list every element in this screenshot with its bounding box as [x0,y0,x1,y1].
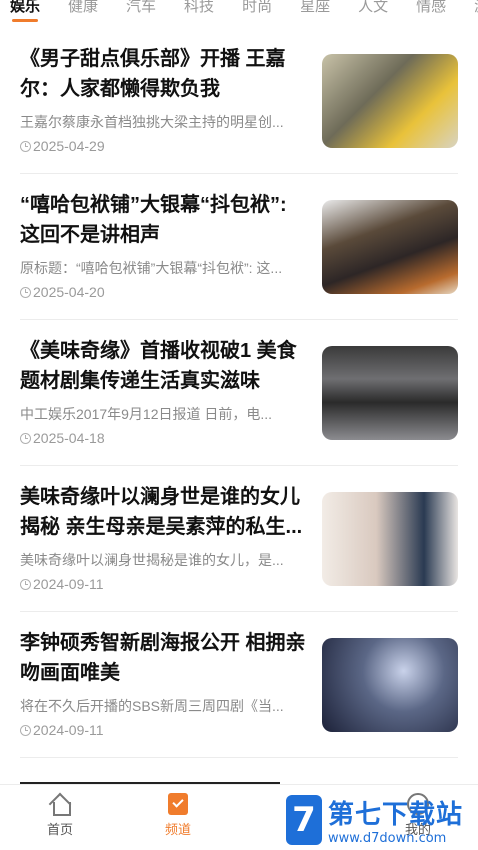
article-title: 《美味奇缘》首播收视破1 美食题材剧集传递生活真实滋味 [20,340,297,392]
article-title: “嘻哈包袱铺”大银幕“抖包袱”: 这回不是讲相声 [20,194,287,246]
watermark-url: www.d7down.com [328,831,447,846]
nav-channel[interactable]: 频道 [138,793,218,838]
watermark-logo: 7 [286,795,322,845]
article-item[interactable]: “嘻哈包袱铺”大银幕“抖包袱”: 这回不是讲相声 原标题：“嘻哈包袱铺”大银幕“… [20,174,458,320]
article-date: 2025-04-29 [20,138,105,154]
article-date-text: 2024-09-11 [33,722,104,738]
article-thumbnail [322,200,458,294]
article-title: 李钟硕秀智新剧海报公开 相拥亲吻画面唯美 [20,632,306,684]
bottom-nav: 首页 频道 我的 7 第七下载站 www.d7down.com [0,784,478,850]
article-title: 美味奇缘叶以澜身世是谁的女儿揭秘 亲生母亲是吴素萍的私生... [20,486,303,538]
article-title: 《男子甜点俱乐部》开播 王嘉尔：人家都懒得欺负我 [20,48,286,100]
nav-channel-label: 频道 [164,822,191,837]
article-item[interactable]: 美味奇缘叶以澜身世是谁的女儿揭秘 亲生母亲是吴素萍的私生... 美味奇缘叶以澜身… [20,466,458,612]
article-summary: 王嘉尔蔡康永首档独挑大梁主持的明星创... [20,114,284,130]
article-date: 2024-09-11 [20,722,104,738]
article-thumbnail [322,346,458,440]
article-date-text: 2025-04-29 [33,138,105,154]
article-list: 《男子甜点俱乐部》开播 王嘉尔：人家都懒得欺负我 王嘉尔蔡康永首档独挑大梁主持的… [0,28,478,758]
article-summary: 原标题：“嘻哈包袱铺”大银幕“抖包袱”: 这... [20,260,283,276]
nav-home[interactable]: 首页 [20,793,100,838]
article-item[interactable]: 《男子甜点俱乐部》开播 王嘉尔：人家都懒得欺负我 王嘉尔蔡康永首档独挑大梁主持的… [20,28,458,174]
article-date-text: 2025-04-20 [33,284,105,300]
tab-games[interactable]: 游戏 [474,0,478,16]
home-icon [48,793,72,816]
article-date: 2025-04-20 [20,284,105,300]
article-thumbnail [322,492,458,586]
watermark-title: 第七下载站 [328,800,464,830]
clock-icon [20,432,31,444]
clock-icon [20,140,31,152]
article-date: 2025-04-18 [20,430,105,446]
tab-horoscope[interactable]: 星座 [300,0,330,16]
article-summary: 中工娱乐2017年9月12日报道 日前，电... [20,406,273,422]
channel-icon [168,793,188,815]
tab-culture[interactable]: 人文 [358,0,388,16]
article-item[interactable]: 《美味奇缘》首播收视破1 美食题材剧集传递生活真实滋味 中工娱乐2017年9月1… [20,320,458,466]
tab-tech[interactable]: 科技 [184,0,214,16]
article-item[interactable]: 李钟硕秀智新剧海报公开 相拥亲吻画面唯美 将在不久后开播的SBS新周三周四剧《当… [20,612,458,758]
article-thumbnail [322,54,458,148]
tab-entertainment[interactable]: 娱乐 [10,0,40,22]
site-watermark: 7 第七下载站 www.d7down.com [286,792,472,848]
tab-emotion[interactable]: 情感 [416,0,446,16]
article-summary: 美味奇缘叶以澜身世揭秘是谁的女儿，是... [20,552,284,568]
channel-tabs: 娱乐 健康 汽车 科技 时尚 星座 人文 情感 游戏 [0,0,478,22]
clock-icon [20,724,31,736]
tab-health[interactable]: 健康 [68,0,98,16]
article-date-text: 2025-04-18 [33,430,105,446]
article-date-text: 2024-09-11 [33,576,104,592]
article-date: 2024-09-11 [20,576,104,592]
article-thumbnail [322,638,458,732]
article-summary: 将在不久后开播的SBS新周三周四剧《当... [20,698,284,714]
clock-icon [20,578,31,590]
nav-home-label: 首页 [46,822,73,837]
tab-auto[interactable]: 汽车 [126,0,156,16]
clock-icon [20,286,31,298]
tab-fashion[interactable]: 时尚 [242,0,272,16]
